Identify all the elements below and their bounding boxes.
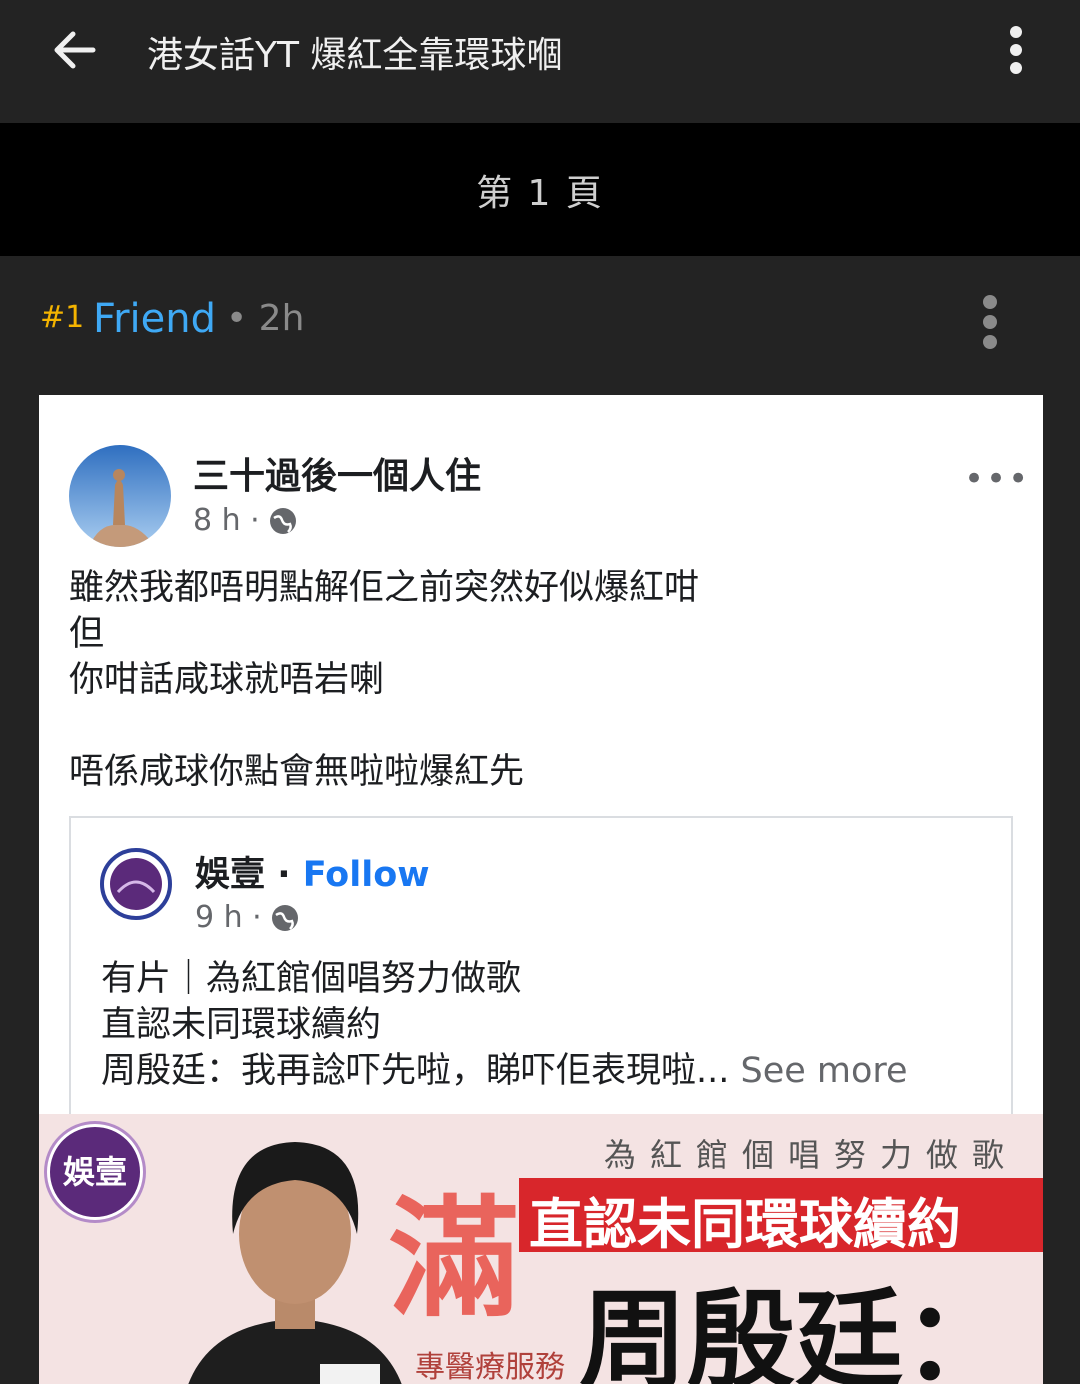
post-text-line — [69, 703, 699, 749]
page-title: 港女話YT 爆紅全靠環球嗰 — [147, 35, 563, 76]
post-text-line: 你咁話咸球就唔岩喇 — [69, 660, 385, 700]
post-username[interactable]: Friend — [93, 296, 216, 342]
page-label: 第 1 頁 — [476, 172, 604, 214]
app-bar: 港女話YT 爆紅全靠環球嗰 — [0, 0, 1080, 123]
globe-icon — [271, 904, 298, 931]
shared-text-line: 有片｜為紅館個唱努力做歌 — [101, 959, 522, 999]
avatar — [69, 445, 171, 547]
shared-meta: 9 h · — [195, 900, 300, 935]
post-meta: 8 h · — [193, 503, 298, 538]
banner-subtitle: 為紅館個唱努力做歌 — [604, 1136, 1019, 1174]
arrow-left-icon — [54, 31, 96, 69]
overflow-menu-button[interactable] — [996, 22, 1036, 78]
shared-text-line: 周殷廷：我再諗吓先啦，睇吓佢表現啦... — [101, 1051, 730, 1091]
shared-author: 娛壹 · Follow — [195, 846, 430, 897]
kebab-icon — [1010, 26, 1022, 74]
post-image[interactable]: 三十過後一個人住 8 h · ••• 雖然我都唔明點解佢之前突然好似爆紅咁 但 … — [39, 395, 1043, 1384]
shared-meta-time: 9 h · — [195, 900, 262, 935]
follow-button: Follow — [302, 855, 430, 895]
banner-logo: 娛壹 — [47, 1124, 143, 1220]
shared-avatar — [100, 848, 172, 920]
shared-text-last: 周殷廷：我再諗吓先啦，睇吓佢表現啦... See more — [101, 1048, 908, 1094]
shared-text-line: 直認未同環球續約 — [101, 1005, 382, 1045]
shared-author-name: 娛壹 — [195, 855, 266, 895]
globe-icon — [269, 507, 296, 534]
banner-big-text: 周殷廷： — [579, 1279, 1012, 1384]
banner-footer-text: 專醫療服務 — [415, 1350, 565, 1384]
see-more-link: See more — [729, 1051, 908, 1091]
more-options-icon: ••• — [964, 459, 1031, 499]
post-text-line: 但 — [69, 614, 105, 654]
shared-text: 有片｜為紅館個唱努力做歌 直認未同環球續約 周殷廷：我再諗吓先啦，睇吓佢表現啦.… — [101, 956, 908, 1094]
news-banner-image: 滿 娛壹 為紅館個唱努力做歌 直認未同環球續約 周殷廷： 專醫療服務 — [39, 1114, 1043, 1384]
banner-logo-text: 娛壹 — [62, 1153, 127, 1191]
post-time: • 2h — [226, 298, 305, 339]
post-author: 三十過後一個人住 — [193, 456, 482, 497]
post-number: #1 — [40, 300, 85, 335]
post-meta-time: 8 h · — [193, 503, 260, 538]
back-button[interactable] — [44, 20, 104, 80]
person-photo — [188, 1142, 402, 1384]
post-text-line: 唔係咸球你點會無啦啦爆紅先 — [69, 752, 525, 792]
kebab-icon — [983, 295, 997, 349]
post-text-line: 雖然我都唔明點解佢之前突然好似爆紅咁 — [69, 568, 700, 608]
post-text: 雖然我都唔明點解佢之前突然好似爆紅咁 但 你咁話咸球就唔岩喇 唔係咸球你點會無啦… — [69, 565, 699, 795]
shared-separator: · — [265, 855, 303, 895]
page-indicator-bar[interactable]: 第 1 頁 — [0, 123, 1080, 256]
post-menu-button[interactable] — [970, 290, 1010, 354]
banner-headline: 直認未同環球續約 — [529, 1193, 961, 1256]
shared-post-card: 娛壹 · Follow 9 h · 有片｜為紅館個唱努力做歌 直認未同環球續約 … — [69, 816, 1013, 1126]
